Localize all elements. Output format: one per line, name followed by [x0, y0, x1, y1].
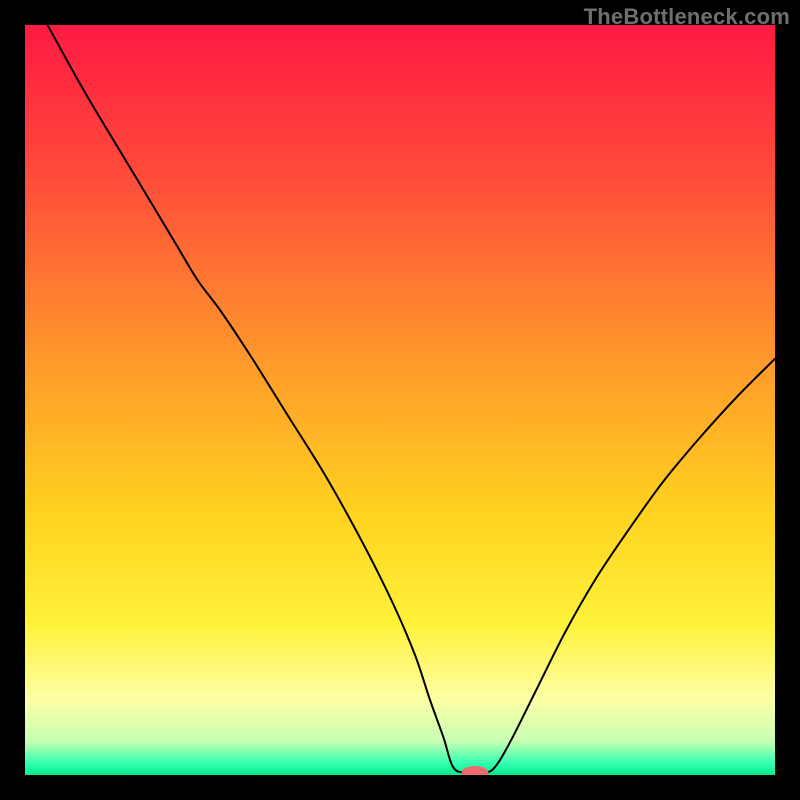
bottleneck-chart	[25, 25, 775, 775]
chart-background	[25, 25, 775, 775]
chart-frame: TheBottleneck.com	[0, 0, 800, 800]
